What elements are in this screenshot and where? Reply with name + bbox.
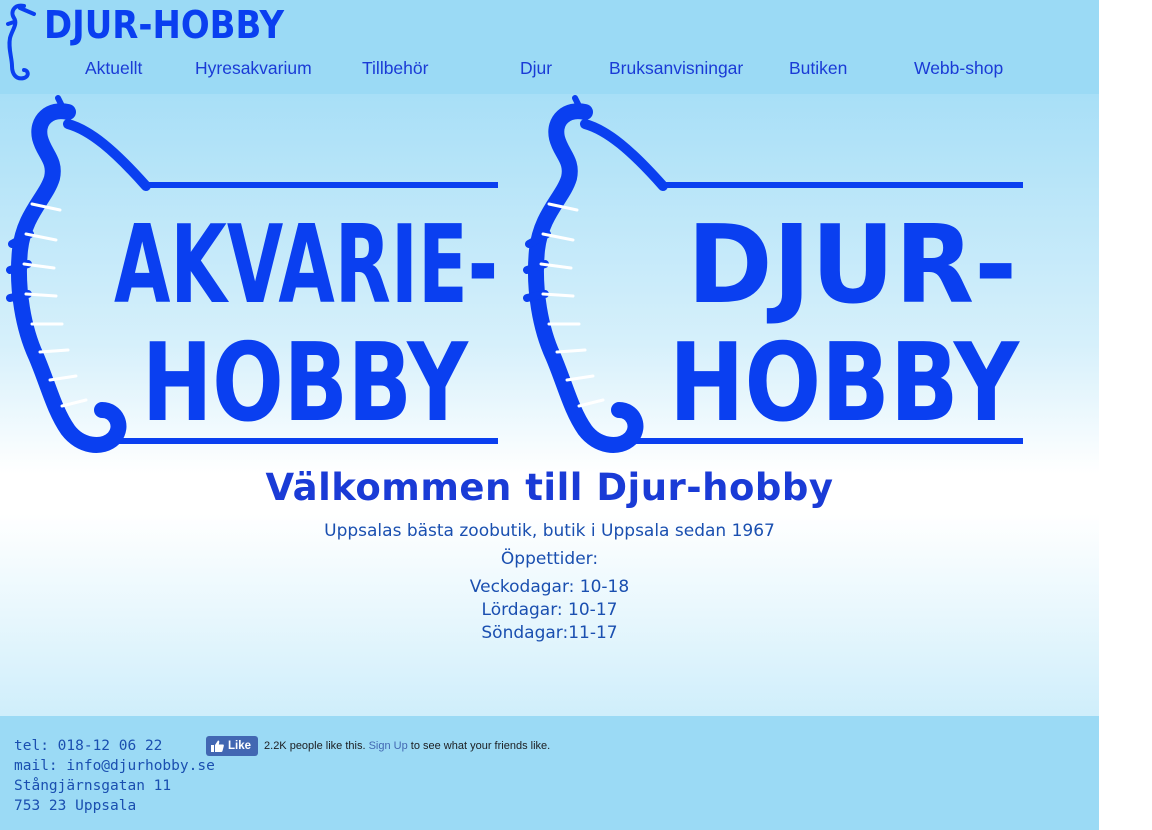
nav-tillbehor[interactable]: Tillbehör xyxy=(362,58,428,79)
page: DJUR-HOBBY Aktuellt Hyresakvarium Tillbe… xyxy=(0,0,1099,830)
page-title: Välkommen till Djur-hobby xyxy=(265,466,834,509)
nav-butiken[interactable]: Butiken xyxy=(789,58,847,79)
site-logo-text: DJUR-HOBBY xyxy=(44,3,284,47)
tagline: Uppsalas bästa zoobutik, butik i Uppsala… xyxy=(324,521,775,541)
thumbs-up-icon xyxy=(211,740,224,752)
hours-weekdays: Veckodagar: 10-18 xyxy=(469,577,630,597)
phone-number: tel: 018-12 06 22 xyxy=(14,738,163,754)
email-line: mail: info@djurhobby.se xyxy=(14,756,215,776)
facebook-like-count: 2.2K people like this. xyxy=(264,740,366,752)
facebook-like-suffix: to see what your friends like. xyxy=(407,740,551,752)
hobby-text-right: HOBBY xyxy=(669,321,1020,446)
facebook-like-text: 2.2K people like this. Sign Up to see wh… xyxy=(264,740,550,752)
nav-djur[interactable]: Djur xyxy=(520,58,552,79)
header: DJUR-HOBBY Aktuellt Hyresakvarium Tillbe… xyxy=(0,0,1099,94)
hours-sunday: Söndagar:11-17 xyxy=(481,623,618,643)
email-prefix: mail: xyxy=(14,758,67,774)
djur-text: DJUR- xyxy=(687,203,1017,328)
facebook-signup-link[interactable]: Sign Up xyxy=(369,740,408,752)
akvarie-text: AKVARIE- xyxy=(114,203,498,328)
hobby-text-left: HOBBY xyxy=(142,321,469,446)
akvarie-hobby-logo: AKVARIE- HOBBY xyxy=(6,95,498,453)
contact-info: tel: 018-12 06 22 mail: info@djurhobby.s… xyxy=(14,736,215,816)
main-content: AKVARIE- HOBBY DJUR- HOBBY Välkommen til… xyxy=(0,94,1099,716)
nav-hyresakvarium[interactable]: Hyresakvarium xyxy=(195,58,312,79)
djur-hobby-logo: DJUR- HOBBY xyxy=(523,95,1023,453)
facebook-like-widget: Like 2.2K people like this. Sign Up to s… xyxy=(206,736,550,756)
city-address: 753 23 Uppsala xyxy=(14,798,137,814)
nav-webb-shop[interactable]: Webb-shop xyxy=(914,58,1003,79)
hours-heading: Öppettider: xyxy=(500,549,599,569)
street-address: Stångjärnsgatan 11 xyxy=(14,778,172,794)
facebook-like-button[interactable]: Like xyxy=(206,736,259,756)
email-link[interactable]: info@djurhobby.se xyxy=(66,758,214,774)
facebook-like-label: Like xyxy=(228,740,252,752)
seahorse-icon xyxy=(523,95,668,453)
main-nav: Aktuellt Hyresakvarium Tillbehör Djur Br… xyxy=(0,58,1099,82)
hours-saturday: Lördagar: 10-17 xyxy=(481,600,618,620)
nav-aktuellt[interactable]: Aktuellt xyxy=(85,58,142,79)
nav-bruksanvisningar[interactable]: Bruksanvisningar xyxy=(609,58,743,79)
footer: tel: 018-12 06 22 mail: info@djurhobby.s… xyxy=(0,716,1099,830)
